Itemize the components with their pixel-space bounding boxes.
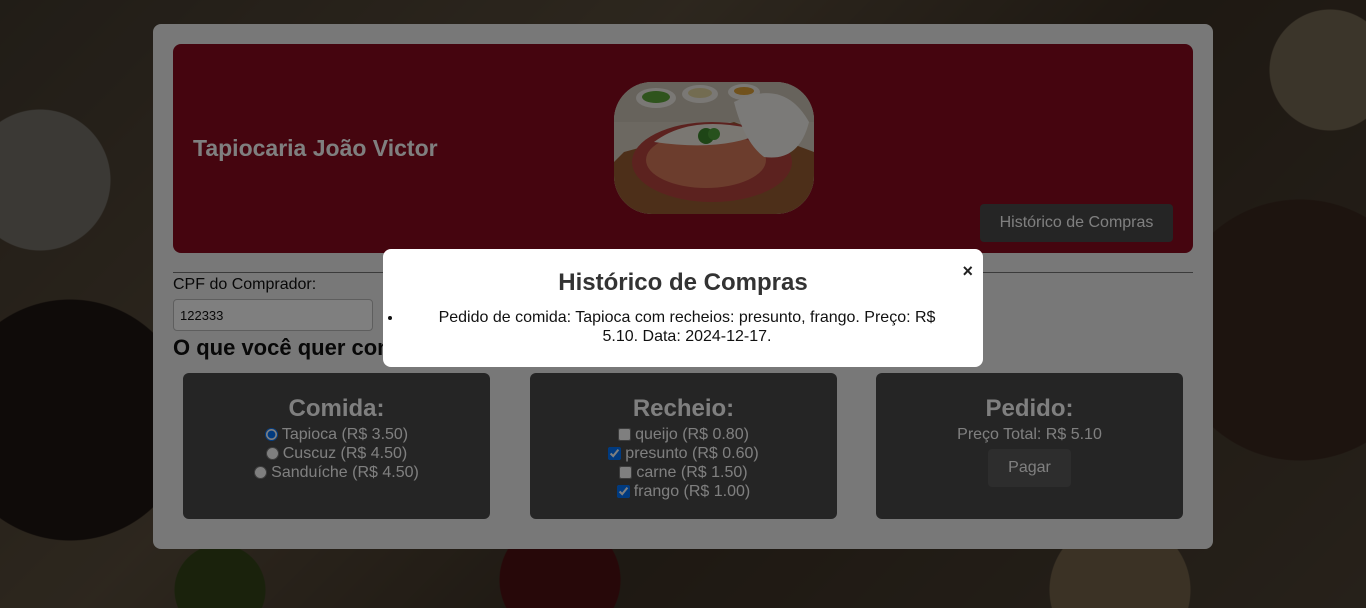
close-icon[interactable]: × <box>962 261 973 282</box>
history-entry: Pedido de comida: Tapioca com recheios: … <box>403 308 953 346</box>
modal-title: Histórico de Compras <box>558 269 808 296</box>
purchase-history-modal: Histórico de Compras × Pedido de comida:… <box>383 249 983 367</box>
history-list: Pedido de comida: Tapioca com recheios: … <box>383 308 983 346</box>
